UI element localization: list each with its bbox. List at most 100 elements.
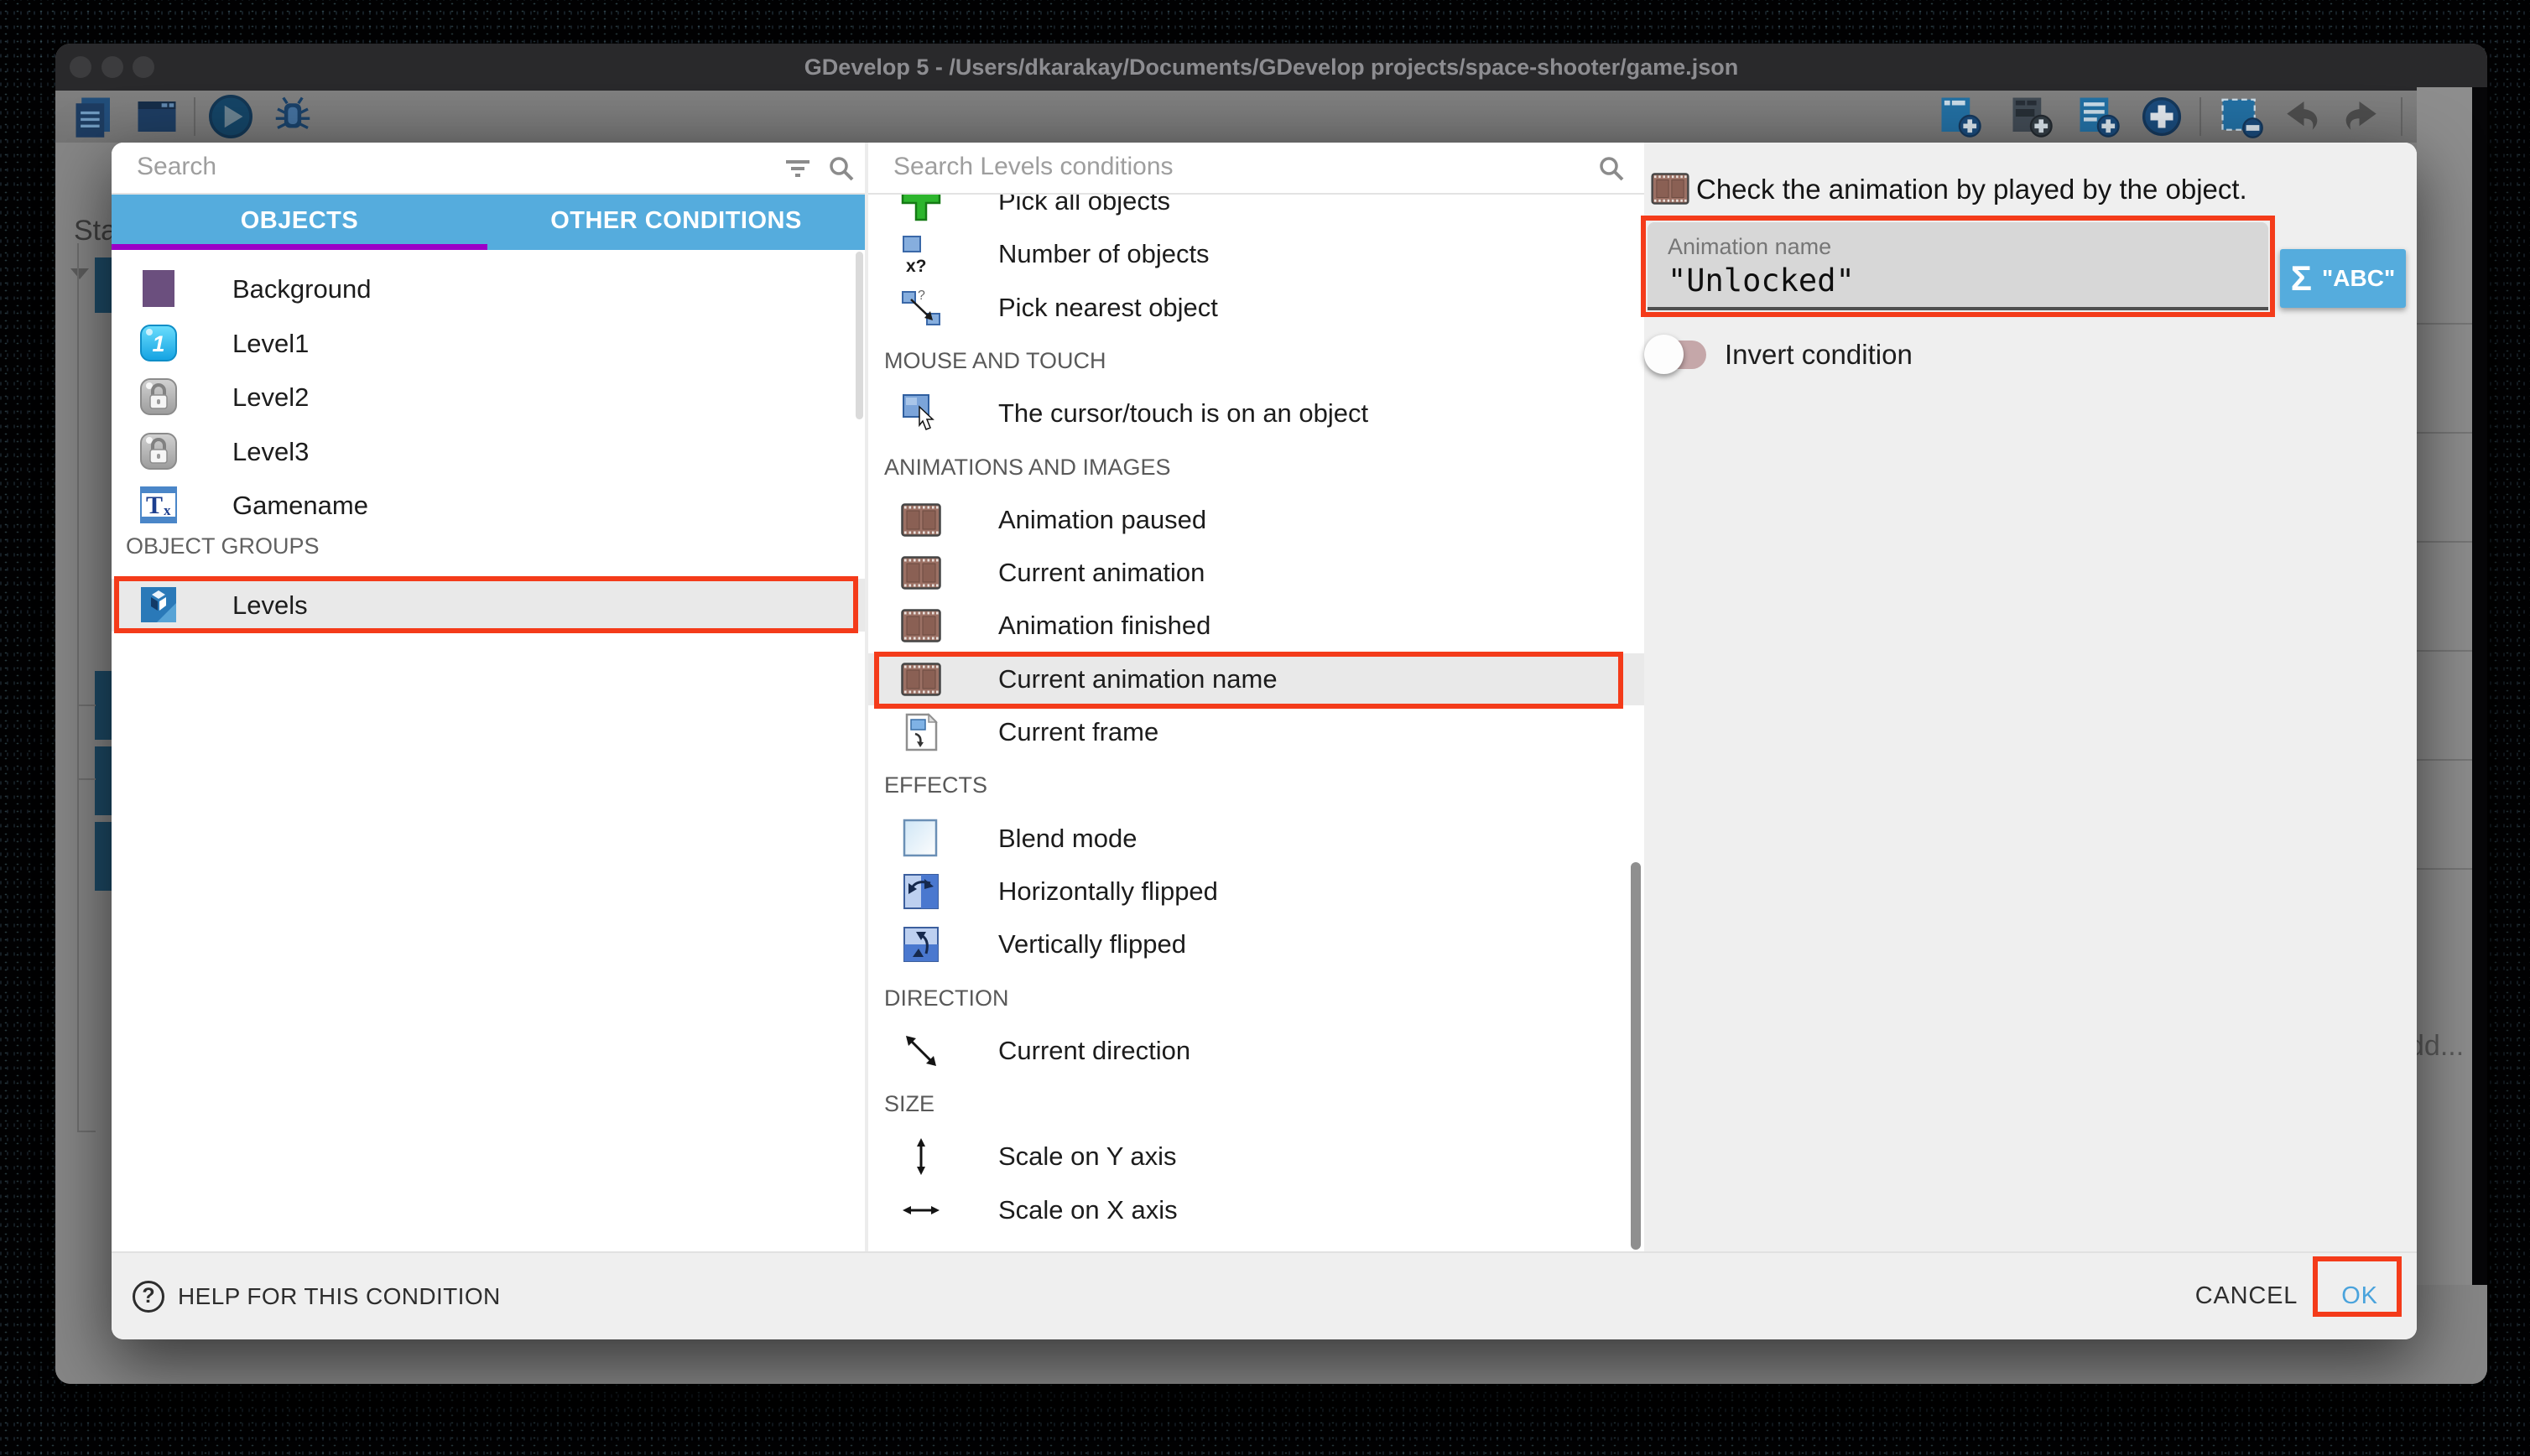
redo-icon[interactable] xyxy=(2340,94,2386,139)
pick-nearest-object-icon: ? xyxy=(901,288,941,328)
invert-condition-label: Invert condition xyxy=(1725,329,1913,381)
parameters-panel: Check the animation by played by the obj… xyxy=(1644,143,2417,1251)
film-strip-icon xyxy=(1651,173,1689,205)
animation-name-field[interactable]: Animation name "Unlocked" xyxy=(1648,222,2268,310)
condition-row[interactable]: Animation paused xyxy=(868,494,1644,546)
object-label: Level2 xyxy=(232,371,309,424)
locked-sprite-icon xyxy=(138,431,179,471)
delete-selection-button[interactable] xyxy=(2219,94,2264,139)
help-label: HELP FOR THIS CONDITION xyxy=(178,1283,501,1310)
toolbar-divider xyxy=(194,97,195,136)
add-event-button[interactable] xyxy=(1938,94,1983,139)
event-block xyxy=(95,671,112,740)
add-comment-button[interactable] xyxy=(2076,94,2121,139)
condition-section-header: MOUSE AND TOUCH xyxy=(884,335,1644,387)
condition-label: Scale on Y axis xyxy=(998,1131,1177,1183)
object-row[interactable]: Level2 xyxy=(112,371,865,424)
events-tree-line xyxy=(77,243,79,1132)
condition-row[interactable]: Vertically flipped xyxy=(868,918,1644,970)
object-groups-header: OBJECT GROUPS xyxy=(126,533,320,559)
object-row[interactable]: Background xyxy=(112,263,865,315)
condition-row[interactable]: Blend mode xyxy=(868,813,1644,865)
text-object-icon: Tx xyxy=(138,485,179,525)
events-tree-tick xyxy=(77,1131,96,1132)
search-icon xyxy=(826,153,856,184)
number-of-objects-icon: x? xyxy=(901,234,941,274)
condition-label: Horizontally flipped xyxy=(998,866,1218,918)
condition-row[interactable]: Current direction xyxy=(868,1025,1644,1077)
scene-editor-button[interactable] xyxy=(134,94,180,139)
conditions-search-row xyxy=(868,143,1644,195)
object-group-row[interactable]: Levels xyxy=(112,579,865,632)
help-link[interactable]: ? HELP FOR THIS CONDITION xyxy=(133,1253,501,1339)
condition-row[interactable]: Current animation xyxy=(868,547,1644,599)
object-row[interactable]: 1 Level1 xyxy=(112,317,865,370)
condition-label: Vertically flipped xyxy=(998,918,1186,970)
condition-label: Animation paused xyxy=(998,494,1206,546)
animation-name-value[interactable]: "Unlocked" xyxy=(1668,263,1855,299)
tab-objects[interactable]: OBJECTS xyxy=(112,195,487,250)
event-block xyxy=(95,257,112,313)
condition-row[interactable]: x? Number of objects xyxy=(868,228,1644,280)
project-manager-button[interactable] xyxy=(72,94,117,139)
window-title: GDevelop 5 - /Users/dkarakay/Documents/G… xyxy=(55,44,2487,91)
object-label: Gamename xyxy=(232,479,368,532)
scene-tab-partial: Sta xyxy=(74,215,117,247)
object-group-label: Levels xyxy=(232,579,308,632)
condition-row[interactable]: Scale on Y axis xyxy=(868,1131,1644,1183)
svg-text:T: T xyxy=(146,491,163,519)
expression-editor-button[interactable]: Σ "ABC" xyxy=(2280,249,2406,308)
objects-panel: OBJECTS OTHER CONDITIONS OBJECT GROUPS B… xyxy=(112,143,865,1251)
instruction-description: Check the animation by played by the obj… xyxy=(1696,173,2247,206)
animation-name-label: Animation name xyxy=(1668,234,1831,260)
events-tree-tick xyxy=(77,778,96,780)
svg-text:?: ? xyxy=(918,289,925,303)
conditions-scrollbar[interactable] xyxy=(1631,862,1641,1250)
filter-icon[interactable] xyxy=(783,153,813,184)
scale-y-icon xyxy=(901,1136,941,1177)
object-label: Level3 xyxy=(232,425,309,478)
sigma-icon: Σ xyxy=(2291,261,2312,296)
condition-row[interactable]: ? Pick nearest object xyxy=(868,282,1644,334)
toggle-thumb[interactable] xyxy=(1644,335,1684,374)
add-subevent-button[interactable] xyxy=(2009,94,2054,139)
flip-vertical-icon xyxy=(901,924,941,965)
objects-search-row xyxy=(112,143,865,195)
ok-button[interactable]: OK xyxy=(2326,1253,2393,1339)
conditions-panel: Pick all objectsx? Number of objects? Pi… xyxy=(868,143,1644,1251)
object-group-icon xyxy=(138,585,179,625)
object-row[interactable]: Level3 xyxy=(112,425,865,478)
condition-row[interactable]: Current frame xyxy=(868,706,1644,758)
object-label: Level1 xyxy=(232,317,309,370)
tab-other-conditions[interactable]: OTHER CONDITIONS xyxy=(487,195,865,250)
objects-list: OBJECT GROUPS Background1 Level1 Level2 … xyxy=(112,250,865,1251)
play-preview-button[interactable] xyxy=(206,92,255,141)
object-row[interactable]: Tx Gamename xyxy=(112,479,865,532)
condition-row[interactable]: Animation finished xyxy=(868,600,1644,652)
condition-label: Current animation xyxy=(998,547,1205,599)
toolbar-divider xyxy=(2401,97,2402,136)
conditions-list: Pick all objectsx? Number of objects? Pi… xyxy=(868,143,1644,1251)
condition-row[interactable]: The cursor/touch is on an object xyxy=(868,387,1644,439)
add-event-menu-button[interactable] xyxy=(2139,94,2184,139)
cancel-button[interactable]: CANCEL xyxy=(2175,1253,2318,1339)
condition-row[interactable]: Current animation name xyxy=(868,653,1644,705)
locked-sprite-icon xyxy=(138,377,179,417)
cursor-on-object-icon xyxy=(901,393,941,434)
search-icon xyxy=(1596,153,1627,184)
scene-preview-sliver xyxy=(2472,87,2487,1285)
objects-search-input[interactable] xyxy=(137,143,679,191)
conditions-search-input[interactable] xyxy=(893,143,1452,191)
objects-tabs: OBJECTS OTHER CONDITIONS xyxy=(112,195,865,250)
condition-label: Current direction xyxy=(998,1025,1190,1077)
condition-section-header: EFFECTS xyxy=(884,759,1644,811)
condition-label: Pick nearest object xyxy=(998,282,1218,334)
undo-icon[interactable] xyxy=(2278,94,2323,139)
objects-scrollbar[interactable] xyxy=(856,252,863,419)
condition-row[interactable]: Horizontally flipped xyxy=(868,866,1644,918)
help-icon: ? xyxy=(133,1281,164,1313)
debug-button[interactable] xyxy=(270,94,315,139)
condition-row[interactable]: Scale on X axis xyxy=(868,1184,1644,1236)
svg-text:x?: x? xyxy=(906,257,927,274)
condition-label: Current animation name xyxy=(998,653,1278,705)
